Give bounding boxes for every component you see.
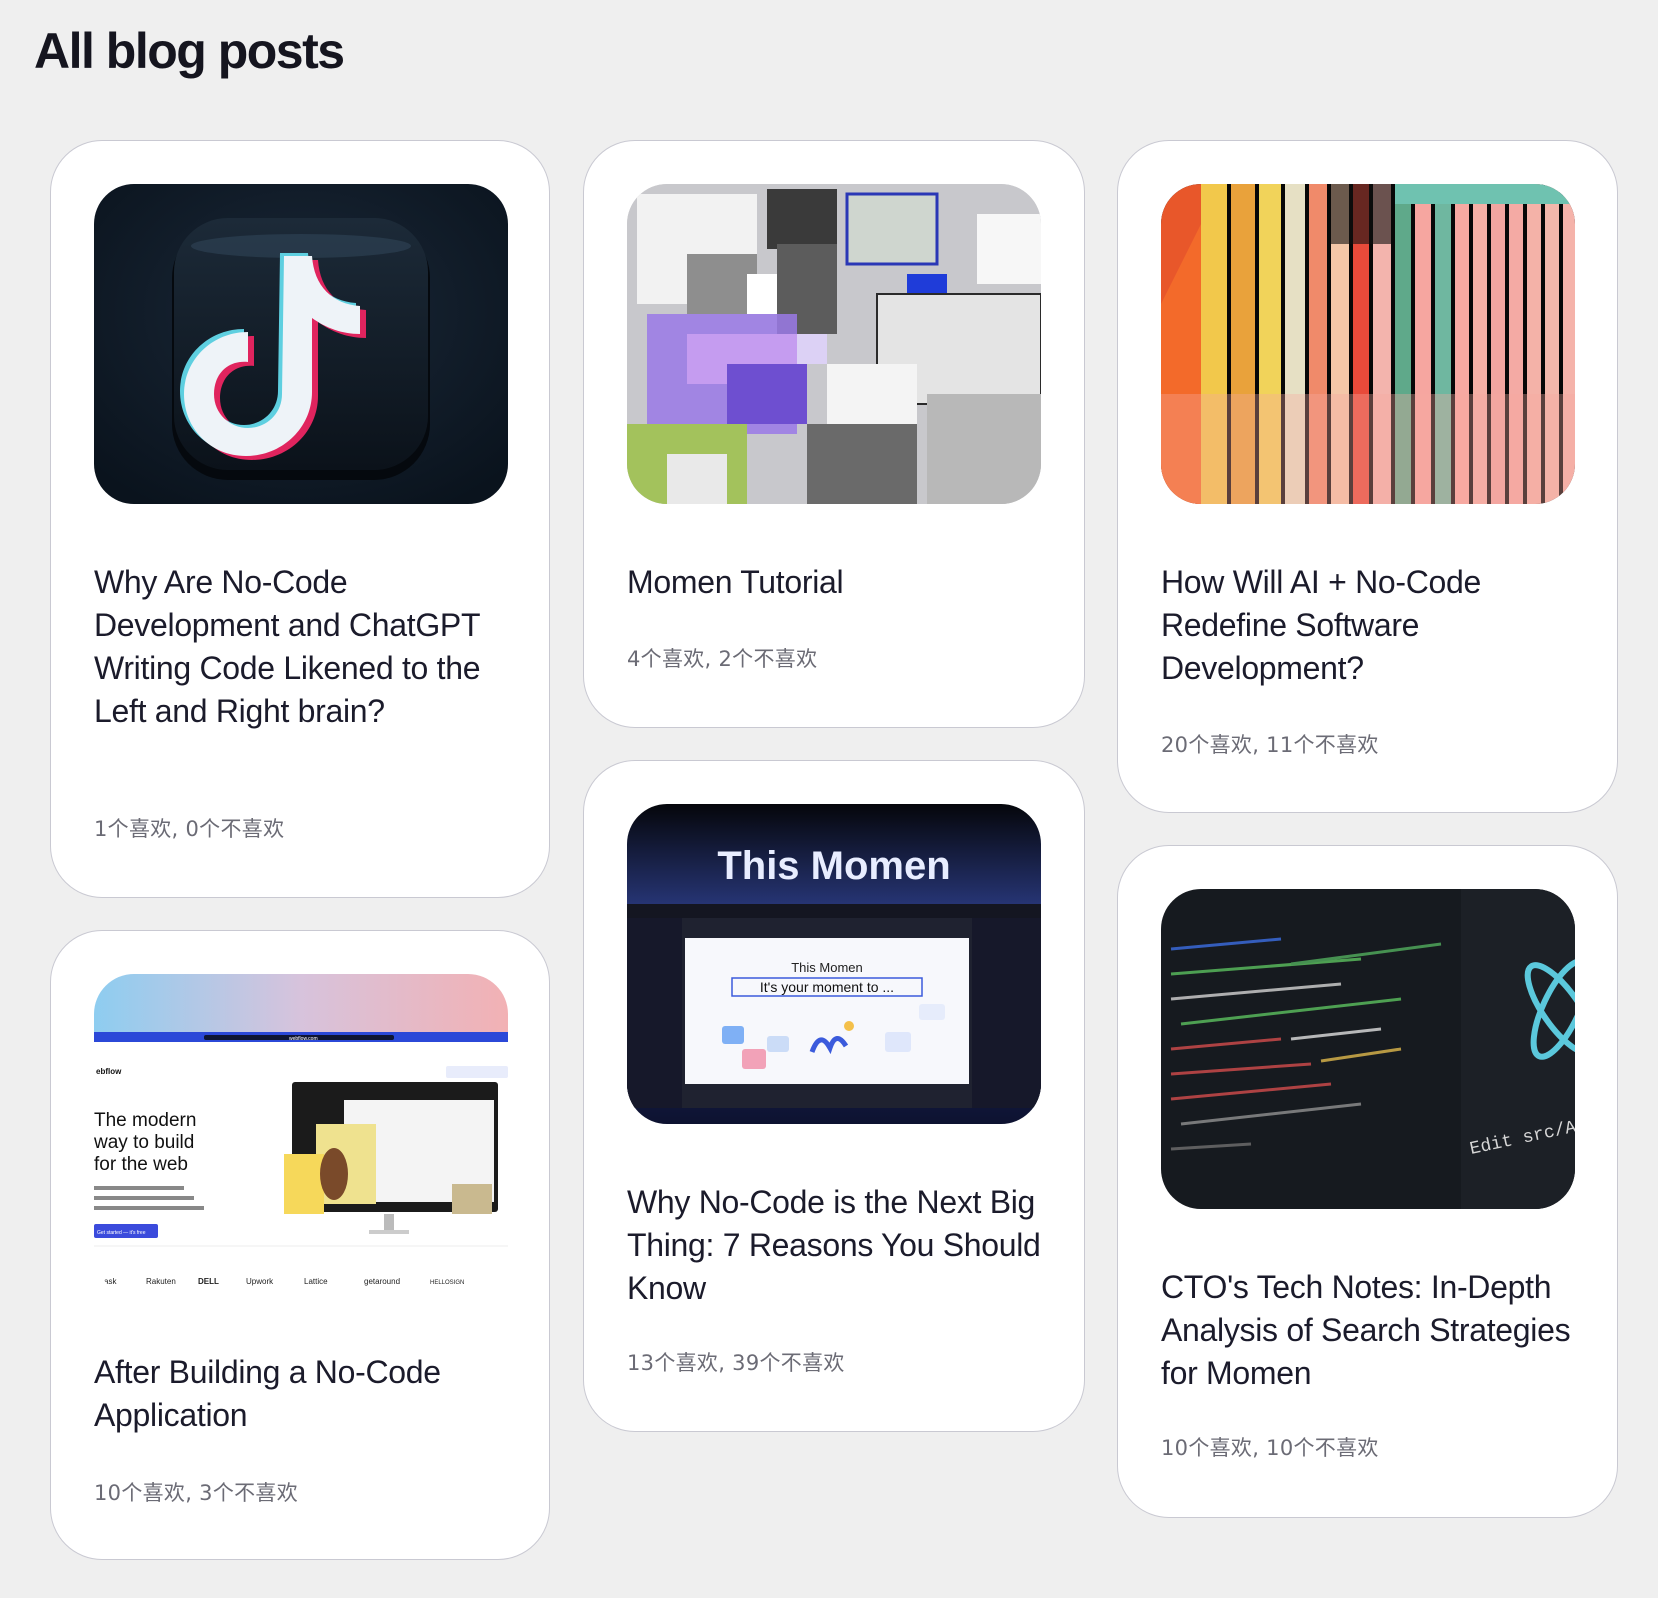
blog-post-card[interactable]: How Will AI + No-Code Redefine Software …	[1117, 140, 1618, 813]
svg-text:Lattice: Lattice	[304, 1277, 328, 1286]
svg-text:HELLOSIGN: HELLOSIGN	[430, 1280, 464, 1286]
svg-text:for the web: for the web	[94, 1154, 188, 1175]
code-editor-image: Edit src/App.	[1161, 889, 1575, 1209]
svg-text:This Momen: This Momen	[717, 844, 950, 888]
svg-text:ebflow: ebflow	[96, 1067, 122, 1076]
momen-editor-image: This Momen This Momen It's your moment t…	[627, 804, 1041, 1124]
post-reactions: 4个喜欢, 2个不喜欢	[627, 647, 818, 671]
blog-post-card[interactable]: Why Are No-Code Development and ChatGPT …	[50, 140, 550, 898]
post-title[interactable]: Why Are No-Code Development and ChatGPT …	[94, 561, 514, 733]
post-reactions: 10个喜欢, 10个不喜欢	[1161, 1436, 1379, 1460]
post-title[interactable]: Momen Tutorial	[627, 561, 1047, 604]
post-reactions: 13个喜欢, 39个不喜欢	[627, 1351, 845, 1375]
webflow-screenshot-image: webflow.com ebflow The modern way to bui…	[94, 974, 508, 1294]
post-title[interactable]: After Building a No-Code Application	[94, 1351, 514, 1437]
svg-text:The modern: The modern	[94, 1110, 196, 1131]
blog-post-card[interactable]: Edit src/App. CTO's Tech Notes: In-Depth…	[1117, 845, 1618, 1518]
url-text: webflow.com	[289, 1036, 318, 1042]
post-title[interactable]: Why No-Code is the Next Big Thing: 7 Rea…	[627, 1181, 1047, 1310]
svg-text:getaround: getaround	[364, 1277, 400, 1286]
post-reactions: 1个喜欢, 0个不喜欢	[94, 817, 285, 841]
post-reactions: 10个喜欢, 3个不喜欢	[94, 1481, 299, 1505]
tiktok-logo-image	[94, 184, 508, 504]
post-title[interactable]: CTO's Tech Notes: In-Depth Analysis of S…	[1161, 1266, 1581, 1395]
colorful-stripes-image	[1161, 184, 1575, 504]
blog-post-card[interactable]: webflow.com ebflow The modern way to bui…	[50, 930, 550, 1560]
svg-text:way to build: way to build	[94, 1132, 194, 1153]
post-reactions: 20个喜欢, 11个不喜欢	[1161, 733, 1379, 757]
page-title: All blog posts	[34, 23, 345, 79]
svg-text:DELL: DELL	[198, 1277, 219, 1286]
blog-post-card[interactable]: Momen Tutorial 4个喜欢, 2个不喜欢	[583, 140, 1085, 728]
svg-text:Get started — it's free: Get started — it's free	[97, 1230, 146, 1236]
svg-text:Rakuten: Rakuten	[146, 1277, 176, 1286]
abstract-voxel-image	[627, 184, 1041, 504]
blog-post-card[interactable]: This Momen This Momen It's your moment t…	[583, 760, 1085, 1432]
svg-text:Upwork: Upwork	[246, 1277, 274, 1286]
post-title[interactable]: How Will AI + No-Code Redefine Software …	[1161, 561, 1581, 690]
svg-text:It's your moment to ...: It's your moment to ...	[760, 979, 894, 995]
svg-text:This Momen: This Momen	[791, 960, 863, 975]
svg-text:ask: ask	[104, 1277, 117, 1286]
